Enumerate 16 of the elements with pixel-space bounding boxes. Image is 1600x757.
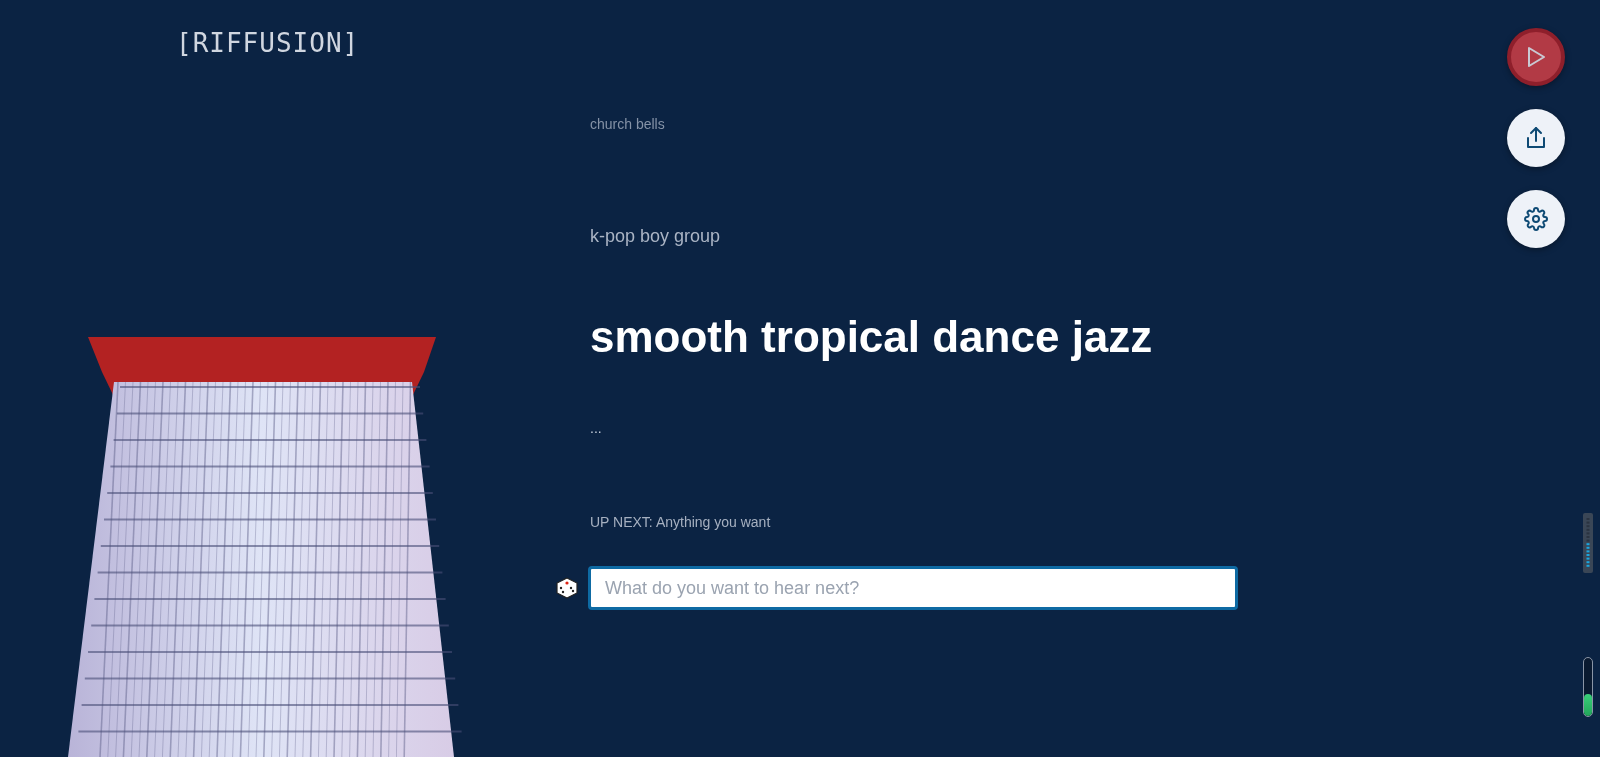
volume-meter[interactable] [1583,657,1593,717]
dice-icon[interactable] [556,577,578,599]
settings-button[interactable] [1507,190,1565,248]
play-button[interactable] [1507,28,1565,86]
prompt-text: ... [590,420,602,438]
audio-meter-drawing [1583,513,1593,573]
prompt-text: smooth tropical dance jazz [590,312,1153,363]
up-next-label: UP NEXT: Anything you want [590,514,771,530]
prompt-input-field[interactable]: What do you want to hear next? [588,566,1238,610]
share-button[interactable] [1507,109,1565,167]
share-icon [1525,126,1547,150]
play-icon [1526,46,1546,68]
app-logo: [RIFFUSION] [176,28,360,58]
settings-icon [1524,207,1548,231]
prompt-text: k-pop boy group [590,226,721,248]
prompt-text: church bells [590,116,665,134]
